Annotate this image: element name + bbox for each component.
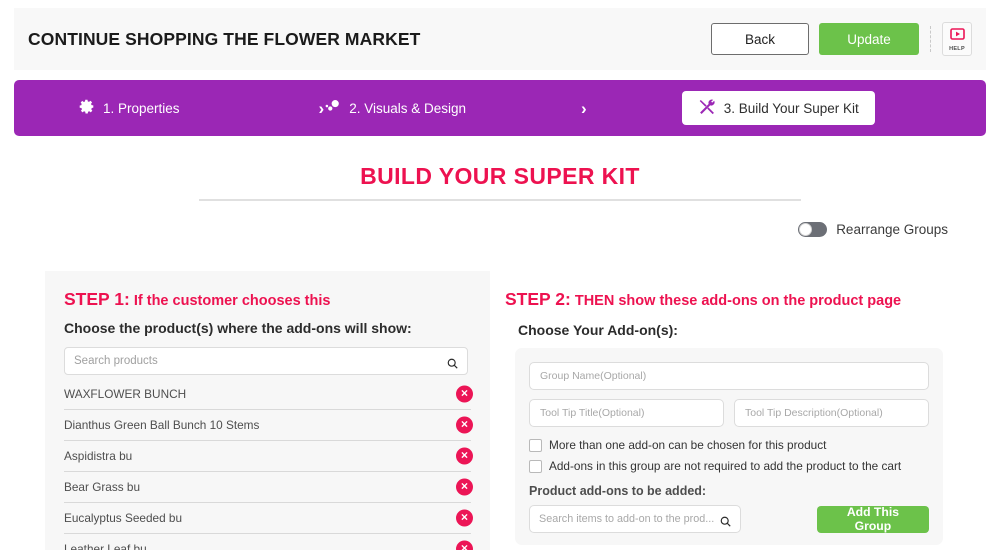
help-button-label: HELP <box>949 45 965 52</box>
tools-icon <box>698 98 716 119</box>
group-name-field[interactable] <box>529 362 929 390</box>
step1-heading-bold: STEP 1: <box>64 289 130 309</box>
close-icon[interactable]: ✕ <box>456 540 473 550</box>
nav-step-properties[interactable]: 1. Properties <box>78 98 180 118</box>
product-name: Dianthus Green Ball Bunch 10 Stems <box>64 418 260 432</box>
app-page: CONTINUE SHOPPING THE FLOWER MARKET Back… <box>0 0 1000 550</box>
table-row: Leather Leaf bu ✕ <box>64 534 473 550</box>
tooltip-title-input[interactable] <box>540 407 713 419</box>
page-title: CONTINUE SHOPPING THE FLOWER MARKET <box>28 28 421 49</box>
update-button[interactable]: Update <box>819 23 919 55</box>
nav-step-visuals-label: 2. Visuals & Design <box>349 100 467 116</box>
product-search-box[interactable] <box>64 347 468 375</box>
product-name: Bear Grass bu <box>64 480 141 494</box>
addon-actions-row: Add This Group <box>529 505 929 533</box>
table-row: Bear Grass bu ✕ <box>64 472 473 503</box>
addon-search-box[interactable] <box>529 505 741 533</box>
rearrange-groups-control[interactable]: Rearrange Groups <box>798 222 948 237</box>
tooltip-description-input[interactable] <box>745 407 918 419</box>
tooltip-fields-row <box>529 399 929 427</box>
product-addons-label: Product add-ons to be added: <box>529 484 707 498</box>
nav-step-visuals[interactable]: 2. Visuals & Design <box>324 98 466 118</box>
product-name: Leather Leaf bu <box>64 542 147 550</box>
gear-icon <box>78 98 95 118</box>
page-header: CONTINUE SHOPPING THE FLOWER MARKET Back… <box>14 8 986 70</box>
tooltip-title-field[interactable] <box>529 399 724 427</box>
table-row: Eucalyptus Seeded bu ✕ <box>64 503 473 534</box>
rearrange-groups-label: Rearrange Groups <box>836 222 948 237</box>
chevron-right-icon-2: › <box>581 98 587 118</box>
nav-step-build-kit-label: 3. Build Your Super Kit <box>723 100 859 116</box>
close-icon[interactable]: ✕ <box>456 416 473 434</box>
step2-heading-rest: THEN show these add-ons on the product p… <box>570 293 902 309</box>
search-input[interactable] <box>74 355 447 367</box>
table-row: Dianthus Green Ball Bunch 10 Stems ✕ <box>64 410 473 441</box>
optional-addon-label: Add-ons in this group are not required t… <box>549 459 902 473</box>
search-icon <box>447 356 458 369</box>
step2-heading: STEP 2: THEN show these add-ons on the p… <box>505 289 955 310</box>
step2-subtitle: Choose Your Add-on(s): <box>518 322 678 338</box>
table-row: WAXFLOWER BUNCH ✕ <box>64 379 473 410</box>
addon-search-input[interactable] <box>539 513 720 525</box>
step1-heading: STEP 1: If the customer chooses this <box>64 289 471 310</box>
optional-addon-checkbox-row[interactable]: Add-ons in this group are not required t… <box>529 459 929 473</box>
multi-addon-checkbox[interactable] <box>529 438 542 452</box>
step2-panel: STEP 2: THEN show these add-ons on the p… <box>505 271 955 550</box>
video-play-icon <box>949 27 965 45</box>
back-button[interactable]: Back <box>711 23 809 55</box>
tooltip-description-field[interactable] <box>734 399 929 427</box>
divider <box>930 26 931 52</box>
add-this-group-button[interactable]: Add This Group <box>816 505 929 533</box>
product-name: Eucalyptus Seeded bu <box>64 511 183 525</box>
step2-heading-bold: STEP 2: <box>505 289 571 309</box>
header-actions: Back Update HELP <box>711 22 972 56</box>
step-navigation: 1. Properties › 2. Visuals & Design › 3.… <box>14 80 986 136</box>
product-name: WAXFLOWER BUNCH <box>64 387 187 401</box>
close-icon[interactable]: ✕ <box>456 447 473 465</box>
table-row: Aspidistra bu ✕ <box>64 441 473 472</box>
section-title: BUILD YOUR SUPER KIT <box>360 163 640 189</box>
rearrange-groups-toggle[interactable] <box>798 222 828 237</box>
step1-panel: STEP 1: If the customer chooses this Cho… <box>45 271 490 550</box>
step1-heading-rest: If the customer chooses this <box>129 293 331 309</box>
step1-subtitle: Choose the product(s) where the add-ons … <box>64 320 412 336</box>
product-name: Aspidistra bu <box>64 449 133 463</box>
toggle-knob <box>799 223 813 236</box>
selected-products-list: WAXFLOWER BUNCH ✕ Dianthus Green Ball Bu… <box>64 379 473 550</box>
nav-step-build-kit[interactable]: 3. Build Your Super Kit <box>681 91 875 125</box>
multi-addon-label: More than one add-on can be chosen for t… <box>549 438 827 452</box>
palette-dots-icon <box>324 98 341 118</box>
close-icon[interactable]: ✕ <box>456 385 473 403</box>
multi-addon-checkbox-row[interactable]: More than one add-on can be chosen for t… <box>529 438 929 452</box>
group-name-input[interactable] <box>540 370 918 382</box>
search-icon <box>720 514 731 527</box>
close-icon[interactable]: ✕ <box>456 509 473 527</box>
optional-addon-checkbox[interactable] <box>529 459 542 473</box>
close-icon[interactable]: ✕ <box>456 478 473 496</box>
title-divider <box>199 199 801 201</box>
nav-step-properties-label: 1. Properties <box>103 100 180 116</box>
help-button[interactable]: HELP <box>942 22 972 56</box>
addon-group-card: More than one add-on can be chosen for t… <box>515 348 943 545</box>
